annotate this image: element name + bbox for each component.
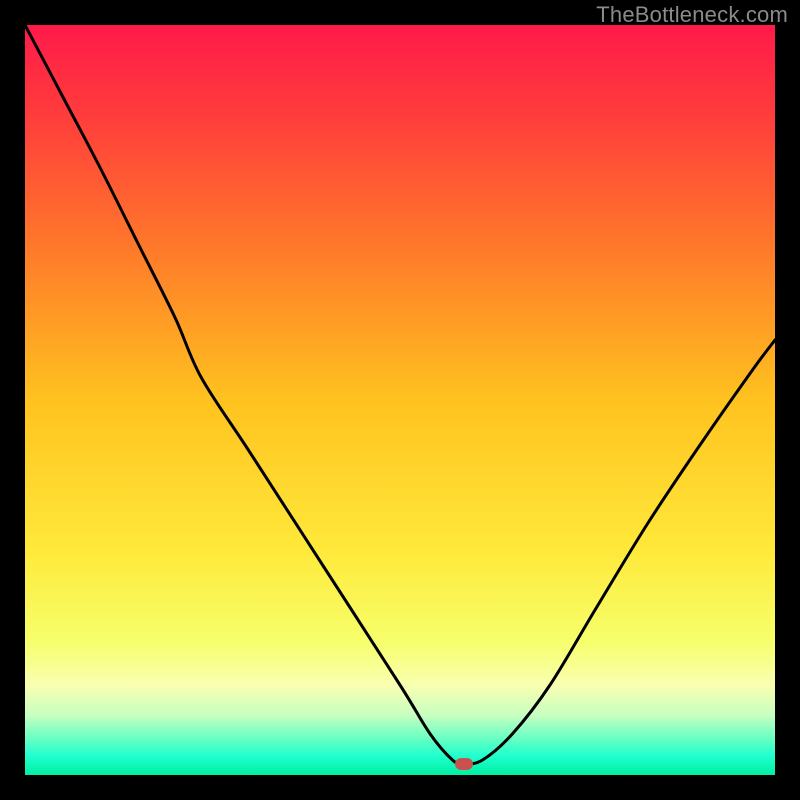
watermark-text: TheBottleneck.com [596, 2, 788, 28]
chart-frame: TheBottleneck.com [0, 0, 800, 800]
plot-area [25, 25, 775, 775]
minimum-marker [455, 758, 473, 770]
bottleneck-svg [25, 25, 775, 775]
bottleneck-curve-path [25, 25, 775, 764]
